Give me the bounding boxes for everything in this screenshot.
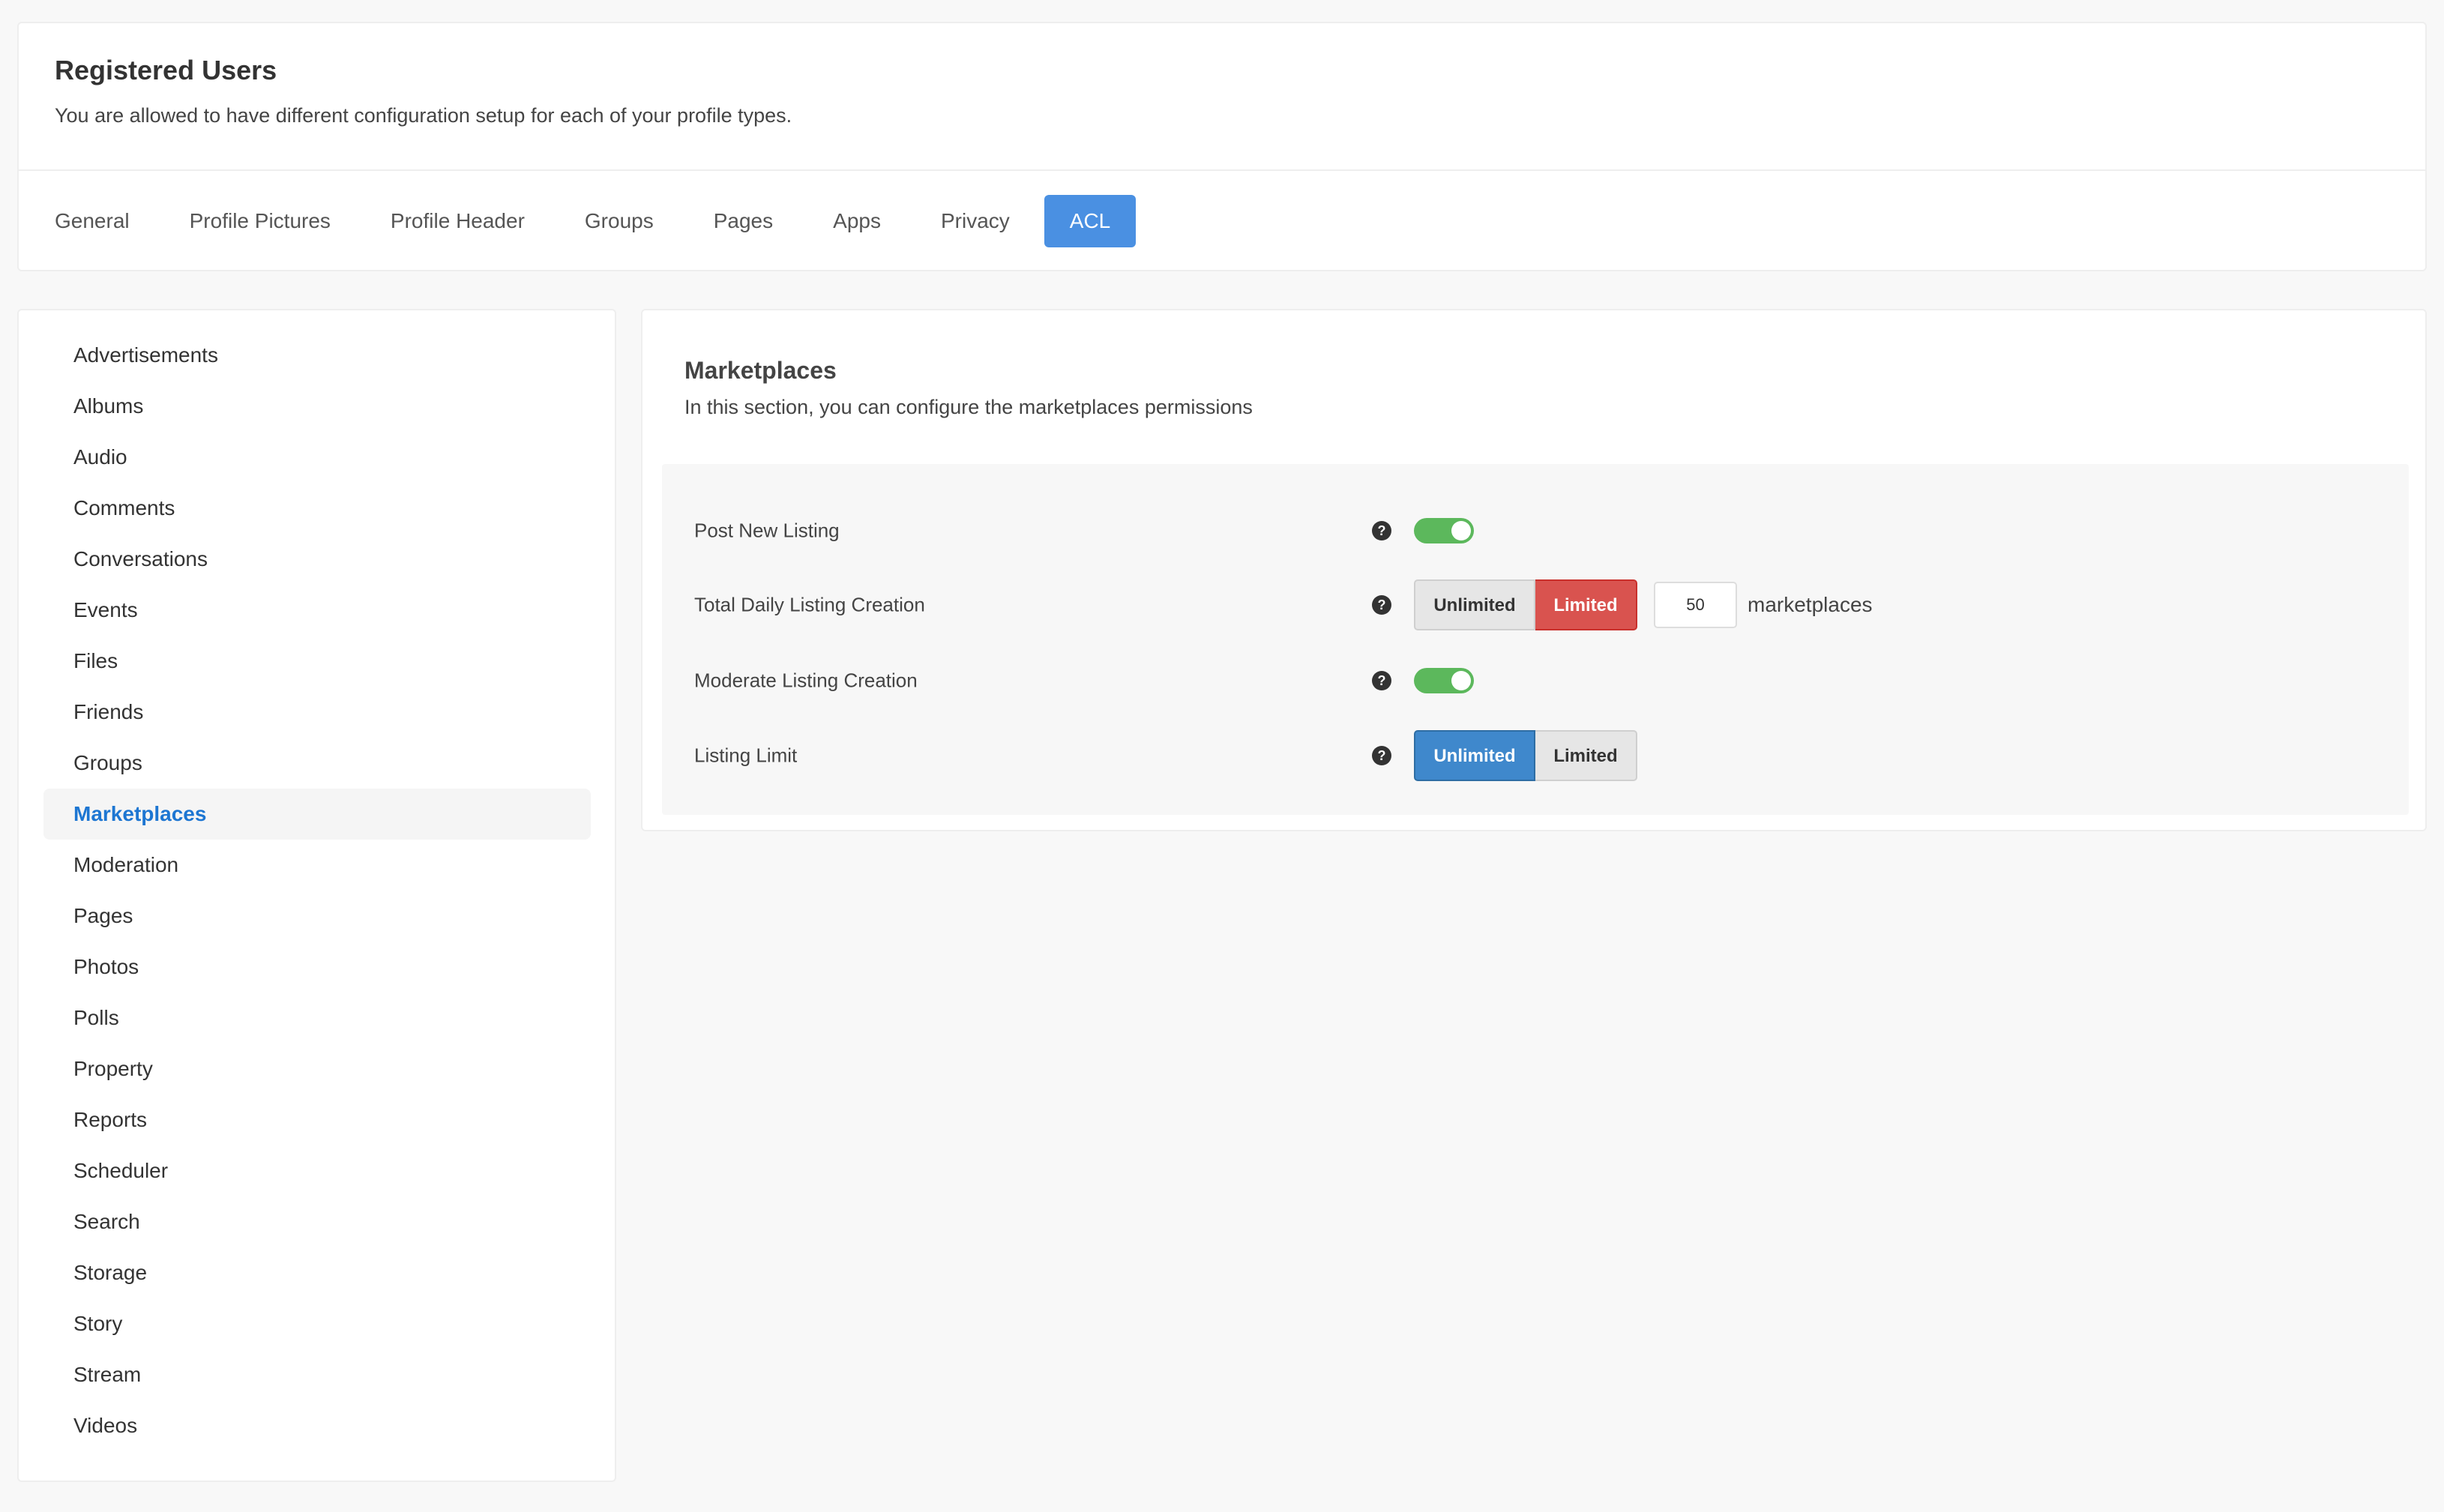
settings-box: Post New Listing ? Total Daily Listing C… — [662, 464, 2409, 815]
sidebar-item-story[interactable]: Story — [43, 1298, 591, 1349]
tab-acl[interactable]: ACL — [1044, 195, 1137, 247]
limited-button[interactable]: Limited — [1535, 730, 1637, 781]
post-new-listing-toggle[interactable] — [1414, 518, 1474, 543]
sidebar-item-polls[interactable]: Polls — [43, 993, 591, 1043]
sidebar-item-groups[interactable]: Groups — [43, 738, 591, 789]
tab-pages[interactable]: Pages — [688, 195, 798, 247]
profile-tabs: General Profile Pictures Profile Header … — [55, 195, 1145, 247]
setting-row-total-daily-listing-creation: Total Daily Listing Creation ? Unlimited… — [662, 576, 2409, 633]
acl-sidebar: Advertisements Albums Audio Comments Con… — [17, 309, 616, 1482]
setting-label: Listing Limit — [694, 744, 798, 767]
tab-apps[interactable]: Apps — [807, 195, 906, 247]
tab-privacy[interactable]: Privacy — [915, 195, 1035, 247]
sidebar-item-reports[interactable]: Reports — [43, 1094, 591, 1145]
svg-text:?: ? — [1378, 523, 1386, 538]
sidebar-list: Advertisements Albums Audio Comments Con… — [43, 330, 591, 1451]
page-subtitle: You are allowed to have different config… — [55, 104, 792, 127]
toggle-knob — [1451, 521, 1471, 540]
sidebar-item-advertisements[interactable]: Advertisements — [43, 330, 591, 381]
section-title: Marketplaces — [684, 357, 837, 384]
sidebar-item-storage[interactable]: Storage — [43, 1247, 591, 1298]
sidebar-item-moderation[interactable]: Moderation — [43, 840, 591, 891]
setting-label: Total Daily Listing Creation — [694, 593, 925, 616]
marketplaces-panel: Marketplaces In this section, you can co… — [641, 309, 2427, 831]
header-card: Registered Users You are allowed to have… — [17, 22, 2427, 271]
sidebar-item-events[interactable]: Events — [43, 585, 591, 636]
svg-text:?: ? — [1378, 673, 1386, 688]
question-circle-icon[interactable]: ? — [1371, 594, 1392, 615]
sidebar-item-comments[interactable]: Comments — [43, 483, 591, 534]
limited-button[interactable]: Limited — [1535, 579, 1637, 630]
unit-label: marketplaces — [1748, 593, 1873, 616]
toggle-knob — [1451, 671, 1471, 690]
setting-label: Post New Listing — [694, 519, 840, 542]
tab-groups[interactable]: Groups — [559, 195, 679, 247]
listing-limit-toggle-group: Unlimited Limited — [1414, 730, 1637, 781]
daily-listing-limit-toggle-group: Unlimited Limited — [1414, 579, 1637, 630]
tab-profile-pictures[interactable]: Profile Pictures — [164, 195, 356, 247]
moderate-listing-creation-toggle[interactable] — [1414, 668, 1474, 693]
sidebar-item-conversations[interactable]: Conversations — [43, 534, 591, 585]
sidebar-item-friends[interactable]: Friends — [43, 687, 591, 738]
question-circle-icon[interactable]: ? — [1371, 670, 1392, 691]
sidebar-item-videos[interactable]: Videos — [43, 1400, 591, 1451]
question-circle-icon[interactable]: ? — [1371, 745, 1392, 766]
header-divider — [19, 169, 2425, 171]
setting-row-listing-limit: Listing Limit ? Unlimited Limited — [662, 727, 2409, 784]
sidebar-item-marketplaces[interactable]: Marketplaces — [43, 789, 591, 840]
tab-profile-header[interactable]: Profile Header — [365, 195, 550, 247]
page-title: Registered Users — [55, 55, 277, 85]
section-description: In this section, you can configure the m… — [684, 396, 1253, 418]
svg-text:?: ? — [1378, 597, 1386, 612]
sidebar-item-audio[interactable]: Audio — [43, 432, 591, 483]
svg-text:?: ? — [1378, 748, 1386, 763]
setting-label: Moderate Listing Creation — [694, 669, 918, 692]
setting-row-post-new-listing: Post New Listing ? — [662, 502, 2409, 559]
unlimited-button[interactable]: Unlimited — [1414, 730, 1535, 781]
sidebar-item-albums[interactable]: Albums — [43, 381, 591, 432]
setting-row-moderate-listing-creation: Moderate Listing Creation ? — [662, 652, 2409, 709]
sidebar-item-scheduler[interactable]: Scheduler — [43, 1145, 591, 1196]
sidebar-item-pages[interactable]: Pages — [43, 891, 591, 942]
unlimited-button[interactable]: Unlimited — [1414, 579, 1535, 630]
sidebar-item-search[interactable]: Search — [43, 1196, 591, 1247]
sidebar-item-photos[interactable]: Photos — [43, 942, 591, 993]
sidebar-item-files[interactable]: Files — [43, 636, 591, 687]
sidebar-item-property[interactable]: Property — [43, 1043, 591, 1094]
question-circle-icon[interactable]: ? — [1371, 520, 1392, 541]
sidebar-item-stream[interactable]: Stream — [43, 1349, 591, 1400]
daily-listing-limit-input[interactable] — [1654, 582, 1737, 628]
tab-general[interactable]: General — [19, 195, 155, 247]
